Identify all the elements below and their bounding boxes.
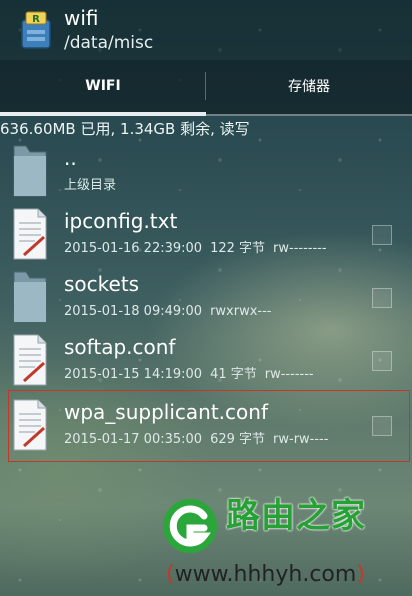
- folder-icon: [13, 271, 47, 323]
- list-item-file[interactable]: ipconfig.txt 2015-01-16 22:39:00 122 字节 rw…: [0, 203, 412, 266]
- select-checkbox[interactable]: [372, 351, 392, 371]
- list-item-parent-dir[interactable]: .. 上级目录: [0, 140, 412, 203]
- tab-wifi[interactable]: WIFI: [0, 60, 206, 112]
- file-size: 122 字节: [210, 241, 266, 256]
- file-permissions: rw-------: [264, 367, 314, 382]
- file-name: ..: [64, 146, 77, 170]
- storage-info: 636.60MB 已用, 1.34GB 剩余, 读写: [0, 120, 250, 138]
- file-size: 41 字节: [210, 367, 257, 382]
- file-date: 2015-01-18 09:49:00: [64, 304, 203, 319]
- router-logo-icon: [163, 499, 217, 553]
- file-name: wpa_supplicant.conf: [64, 400, 268, 424]
- folder-name: wifi: [64, 6, 99, 30]
- file-meta: 2015-01-17 00:35:00 629 字节 rw-rw----: [64, 430, 336, 450]
- file-name: sockets: [64, 272, 140, 296]
- select-checkbox[interactable]: [372, 416, 392, 436]
- folder-icon: [13, 145, 47, 197]
- file-name: softap.conf: [64, 335, 176, 359]
- tab-baseline: [206, 114, 412, 116]
- text-file-icon: [13, 334, 47, 386]
- file-meta: 2015-01-18 09:49:00 rwxrwx---: [64, 302, 280, 322]
- folder-path: /data/misc: [64, 33, 154, 53]
- file-date: 2015-01-16 22:39:00: [64, 241, 203, 256]
- file-subtitle: 上级目录: [64, 178, 117, 193]
- list-item-folder[interactable]: sockets 2015-01-18 09:49:00 rwxrwx---: [0, 266, 412, 329]
- list-item-file-highlighted[interactable]: wpa_supplicant.conf 2015-01-17 00:35:00 6…: [0, 394, 412, 457]
- site-watermark: 路由之家 (www.hhhyh.com): [160, 490, 412, 596]
- file-meta: 2015-01-16 22:39:00 122 字节 rw--------: [64, 239, 335, 259]
- svg-text:R: R: [32, 14, 40, 25]
- root-explorer-app-icon[interactable]: R: [18, 10, 54, 50]
- file-meta: 2015-01-15 14:19:00 41 字节 rw-------: [64, 365, 322, 385]
- watermark-url: (www.hhhyh.com): [166, 562, 365, 587]
- select-checkbox[interactable]: [372, 288, 392, 308]
- file-permissions: rw-rw----: [273, 432, 329, 447]
- tab-storage[interactable]: 存储器: [206, 60, 412, 112]
- select-checkbox[interactable]: [372, 225, 392, 245]
- app-header: R wifi /data/misc: [0, 0, 412, 60]
- active-tab-indicator: [0, 112, 206, 116]
- text-file-icon: [13, 399, 47, 451]
- file-date: 2015-01-17 00:35:00: [64, 432, 203, 447]
- watermark-title: 路由之家: [226, 496, 366, 536]
- file-name: ipconfig.txt: [64, 209, 178, 233]
- list-item-file[interactable]: softap.conf 2015-01-15 14:19:00 41 字节 rw--…: [0, 329, 412, 392]
- file-date: 2015-01-15 14:19:00: [64, 367, 203, 382]
- tab-bar: WIFI 存储器: [0, 60, 412, 116]
- file-permissions: rw--------: [273, 241, 327, 256]
- file-size: 629 字节: [210, 432, 266, 447]
- text-file-icon: [13, 208, 47, 260]
- file-permissions: rwxrwx---: [210, 304, 272, 319]
